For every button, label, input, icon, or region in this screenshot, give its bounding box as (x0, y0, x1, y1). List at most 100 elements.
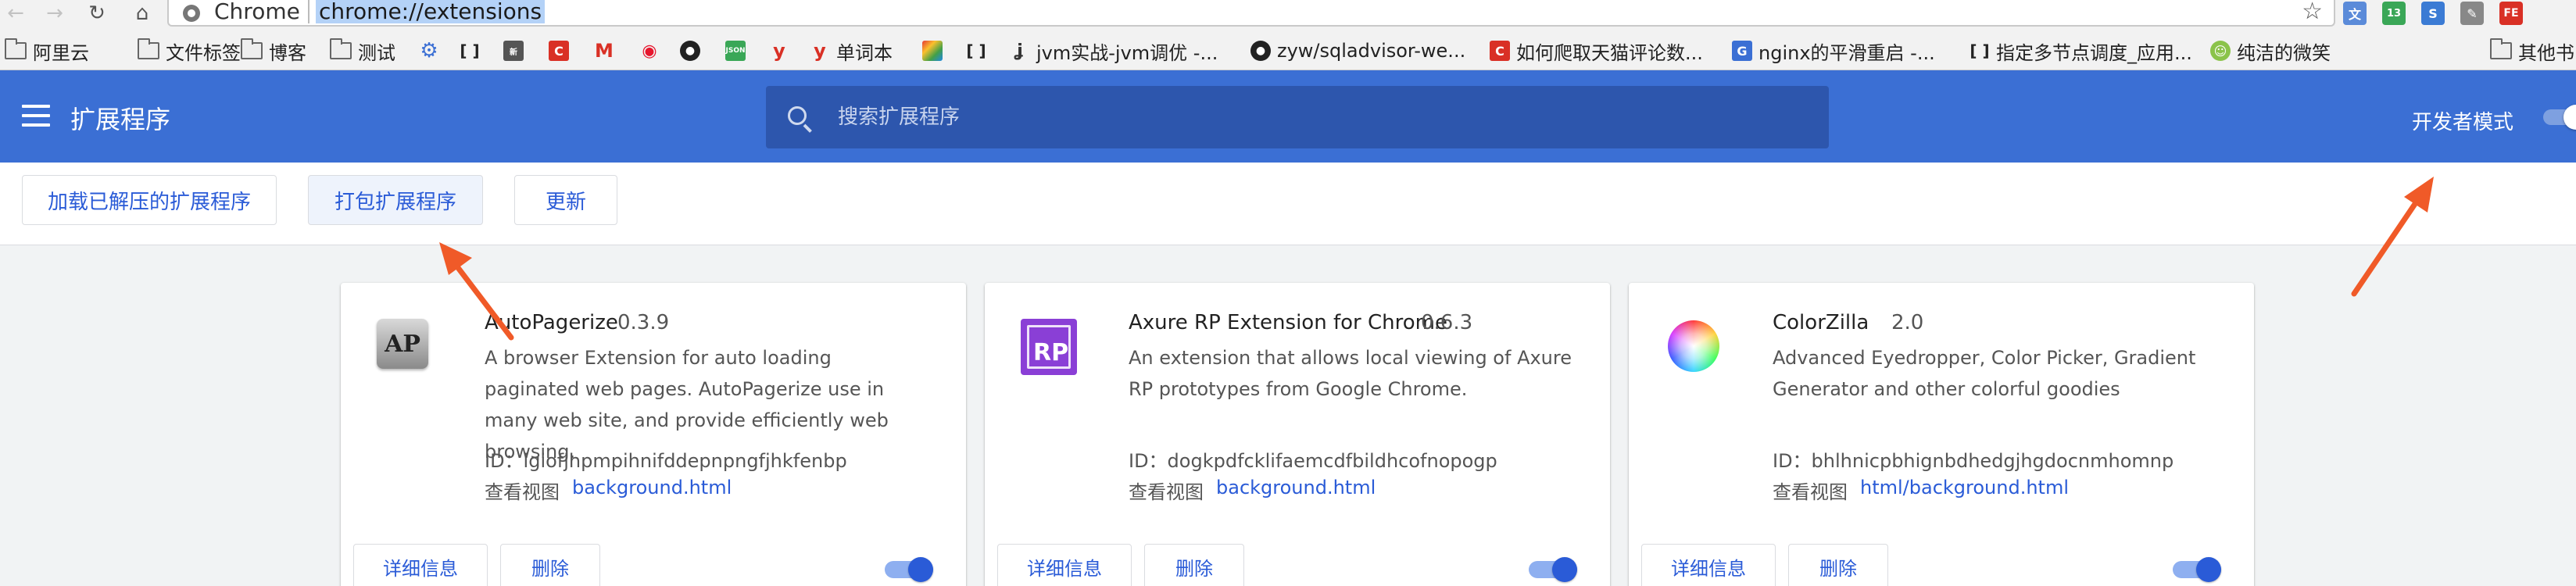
autopagerize-icon: AP (372, 316, 435, 378)
extension-version: 0.6.3 (1421, 311, 1473, 334)
fe-icon[interactable]: FE (2499, 2, 2523, 25)
json-icon: JSON (725, 41, 746, 61)
inspect-view-link[interactable]: html/background.html (1860, 477, 2069, 498)
colorzilla-wheel-glow (1668, 320, 1719, 372)
folder-icon (241, 38, 263, 59)
extension-card: ColorZilla 2.0 Advanced Eyedropper, Colo… (1629, 283, 2254, 586)
back-icon[interactable]: ← (0, 0, 31, 27)
extension-name: AutoPagerize (485, 311, 618, 334)
bookmark-item[interactable]: y (769, 39, 789, 63)
c-icon: C (1490, 41, 1510, 61)
y-icon: y (814, 40, 826, 62)
extension-icon-bar: 文 13 S ✎ FE (2343, 0, 2523, 27)
folder-icon (138, 38, 159, 59)
details-button[interactable]: 详细信息 (1641, 544, 1776, 586)
rainbow-icon (922, 41, 943, 61)
translate-icon[interactable]: 文 (2343, 2, 2367, 25)
remove-button[interactable]: 删除 (500, 544, 600, 586)
site-info-icon[interactable] (183, 5, 200, 22)
j-icon: ʝ (1017, 41, 1023, 61)
bookmark-item[interactable]: y 单词本 (810, 39, 893, 64)
bookmark-label: 文件标签 (166, 41, 241, 64)
s-icon[interactable]: S (2421, 2, 2445, 25)
dev-mode-toggle[interactable] (2543, 105, 2576, 130)
bookmark-label: 指定多节点调度_应用... (1996, 41, 2192, 64)
bookmark-item[interactable]: ● zyw/sqladvisor-we... (1250, 39, 1465, 63)
update-button[interactable]: 更新 (514, 175, 617, 225)
address-bar[interactable]: Chrome chrome://extensions ☆ (167, 0, 2335, 27)
extension-card: RP Axure RP Extension for Chrome 0.6.3 A… (985, 283, 1610, 586)
bookmark-item[interactable]: ʝ jvm实战-jvm调优 -... (1010, 39, 1218, 64)
bookmark-item[interactable] (922, 39, 943, 63)
autopagerize-icon-text: AP (377, 319, 428, 369)
browser-address-row: ← → ↻ ⌂ Chrome chrome://extensions ☆ 文 1… (0, 0, 2576, 30)
bookmark-item[interactable]: 其他书 (2490, 38, 2574, 64)
pack-extension-button[interactable]: 打包扩展程序 (308, 175, 483, 225)
search-input[interactable] (838, 86, 1807, 148)
extension-enable-toggle[interactable] (1529, 557, 1577, 582)
bookmark-item[interactable]: 新 (503, 39, 524, 63)
bookmark-item[interactable]: C 如何爬取天猫评论数... (1490, 39, 1703, 64)
details-button[interactable]: 详细信息 (353, 544, 488, 586)
remove-button[interactable]: 删除 (1788, 544, 1888, 586)
reload-icon[interactable]: ↻ (81, 0, 113, 27)
bookmark-item[interactable]: 博客 (241, 38, 306, 64)
pen-icon[interactable]: ✎ (2460, 2, 2484, 25)
forward-icon[interactable]: → (39, 0, 70, 27)
folder-icon (5, 38, 27, 59)
bookmark-item[interactable]: M (594, 39, 614, 63)
y-icon: y (773, 40, 785, 62)
bookmark-label: 单词本 (836, 41, 893, 64)
extension-id: ID：igiofjhpmpihnifddepnpngfjhkfenbp (485, 450, 847, 472)
bookmark-label: 如何爬取天猫评论数... (1516, 41, 1703, 64)
bookmark-item[interactable]: [ ] (966, 39, 986, 63)
search-box[interactable] (766, 86, 1829, 148)
extension-name: ColorZilla (1773, 311, 1869, 334)
inspect-views-label: 查看视图 (1773, 481, 1848, 503)
inspect-views-label: 查看视图 (485, 481, 560, 503)
menu-icon[interactable] (22, 105, 50, 127)
inspect-views-label: 查看视图 (1129, 481, 1204, 503)
folder-icon (330, 38, 352, 59)
remove-button[interactable]: 删除 (1144, 544, 1244, 586)
extension-version: 2.0 (1891, 311, 1924, 334)
dev-toolbar: 加载已解压的扩展程序 打包扩展程序 更新 (0, 163, 2576, 245)
colorzilla-icon (1660, 316, 1723, 378)
bookmark-item[interactable]: Gnginx的平滑重启 -... (1732, 39, 1935, 64)
github-icon: ● (1250, 41, 1271, 61)
bookmark-item[interactable]: 阿里云 (5, 38, 89, 64)
search-icon (788, 106, 807, 125)
bookmark-item[interactable]: ◉ (639, 39, 660, 63)
url-text[interactable]: chrome://extensions (316, 0, 546, 23)
bookmark-item[interactable]: C (549, 39, 569, 63)
extension-enable-toggle[interactable] (2173, 557, 2221, 582)
bookmark-item[interactable]: 文件标签 (138, 38, 241, 64)
home-icon[interactable]: ⌂ (127, 0, 158, 27)
download-icon[interactable]: 13 (2382, 2, 2406, 25)
extension-id: ID：dogkpdfcklifaemcdfbildhcofnopogp (1129, 450, 1497, 472)
c-icon: C (549, 41, 569, 61)
g-icon: G (1732, 41, 1752, 61)
bookmark-item[interactable]: [ ] (460, 39, 480, 63)
inspect-view-link[interactable]: background.html (572, 477, 732, 498)
bookmark-item[interactable]: ● (680, 39, 700, 63)
bookmark-star-icon[interactable]: ☆ (2302, 0, 2323, 23)
extension-name: Axure RP Extension for Chrome (1129, 311, 1447, 334)
gmail-icon: M (595, 40, 614, 62)
gear-icon: ⚙ (420, 39, 438, 63)
axure-icon-text: RP (1033, 339, 1069, 366)
details-button[interactable]: 详细信息 (997, 544, 1132, 586)
dev-mode-label: 开发者模式 (2412, 111, 2514, 134)
extension-version: 0.3.9 (617, 311, 670, 334)
load-unpacked-button[interactable]: 加载已解压的扩展程序 (22, 175, 277, 225)
bookmark-label: 阿里云 (33, 41, 89, 64)
bookmark-item[interactable]: 测试 (330, 38, 395, 64)
inspect-view-link[interactable]: background.html (1216, 477, 1376, 498)
extension-enable-toggle[interactable] (885, 557, 933, 582)
bookmark-item[interactable]: JSON (725, 39, 746, 63)
bookmark-item[interactable]: ☺ 纯洁的微笑 (2210, 39, 2331, 64)
bookmark-item[interactable]: ⚙ (419, 39, 439, 63)
extension-card: AP AutoPagerize 0.3.9 A browser Extensio… (341, 283, 966, 586)
bookmark-label: jvm实战-jvm调优 -... (1036, 41, 1218, 64)
bookmark-item[interactable]: [ ] 指定多节点调度_应用... (1970, 39, 2192, 64)
